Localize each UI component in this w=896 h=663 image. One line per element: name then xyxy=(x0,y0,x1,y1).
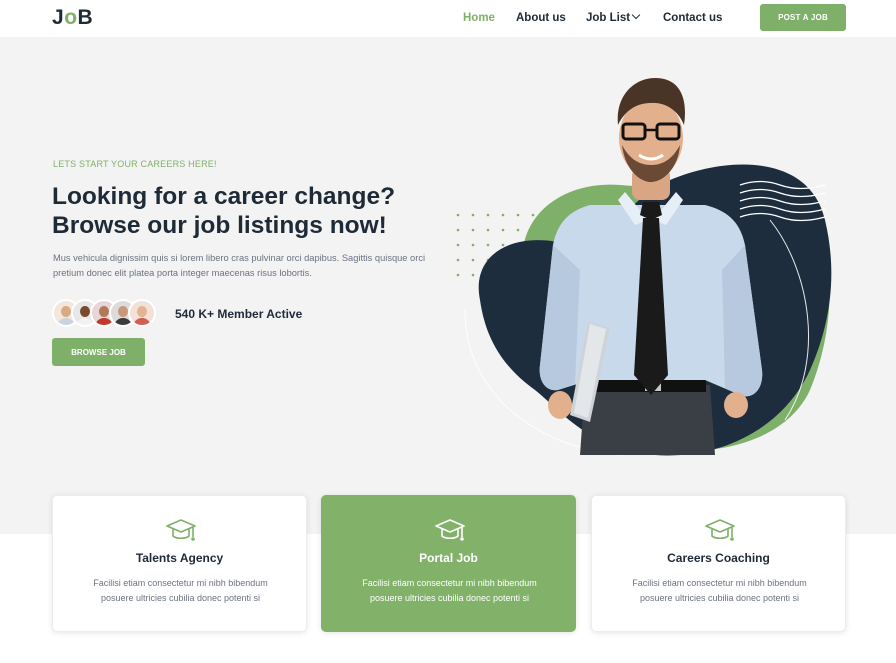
graduation-cap-icon xyxy=(166,519,196,541)
hero-headline: Looking for a career change? Browse our … xyxy=(52,182,452,240)
member-avatars xyxy=(52,299,156,327)
headline-line-2: Browse our job listings now! xyxy=(52,212,387,239)
nav-job-list-label: Job List xyxy=(586,12,631,24)
card-title: Careers Coaching xyxy=(667,551,770,565)
members-count: 540 K+ Member Active xyxy=(175,307,303,321)
card-title: Talents Agency xyxy=(135,551,224,565)
card-text: Facilisi etiam consectetur mi nibh biben… xyxy=(362,578,537,603)
service-card-careers-coaching[interactable]: Careers Coaching Facilisi etiam consecte… xyxy=(591,495,846,632)
avatar xyxy=(128,299,156,327)
logo-letter-b: B xyxy=(77,6,94,29)
hero-description: Mus vehicula dignissim quis si lorem lib… xyxy=(53,253,426,278)
graduation-cap-icon xyxy=(705,519,735,541)
hero-eyebrow: LETS START YOUR CAREERS HERE! xyxy=(53,159,217,169)
headline-line-1: Looking for a career change? xyxy=(52,183,396,210)
browse-job-button[interactable]: BROWSE JOB xyxy=(52,338,145,366)
card-text: Facilisi etiam consectetur mi nibh biben… xyxy=(632,578,807,603)
logo-letter-o: o xyxy=(64,6,78,29)
nav-about[interactable]: About us xyxy=(516,12,566,24)
logo-letter-j: J xyxy=(52,6,65,29)
card-title: Portal Job xyxy=(419,551,478,565)
nav-job-list[interactable]: Job List xyxy=(586,10,641,24)
nav-contact[interactable]: Contact us xyxy=(663,12,722,24)
graduation-cap-icon xyxy=(435,519,465,541)
nav-home[interactable]: Home xyxy=(463,12,495,24)
top-navbar: JoB Home About us Job List Contact us PO… xyxy=(0,0,896,37)
service-card-talents-agency[interactable]: Talents Agency Facilisi etiam consectetu… xyxy=(52,495,307,632)
service-card-portal-job[interactable]: Portal Job Facilisi etiam consectetur mi… xyxy=(321,495,576,632)
post-job-button[interactable]: POST A JOB xyxy=(760,4,846,31)
hero-illustration xyxy=(456,78,832,456)
chevron-down-icon xyxy=(631,10,641,20)
logo[interactable]: JoB xyxy=(52,6,93,30)
card-text: Facilisi etiam consectetur mi nibh biben… xyxy=(93,578,268,603)
